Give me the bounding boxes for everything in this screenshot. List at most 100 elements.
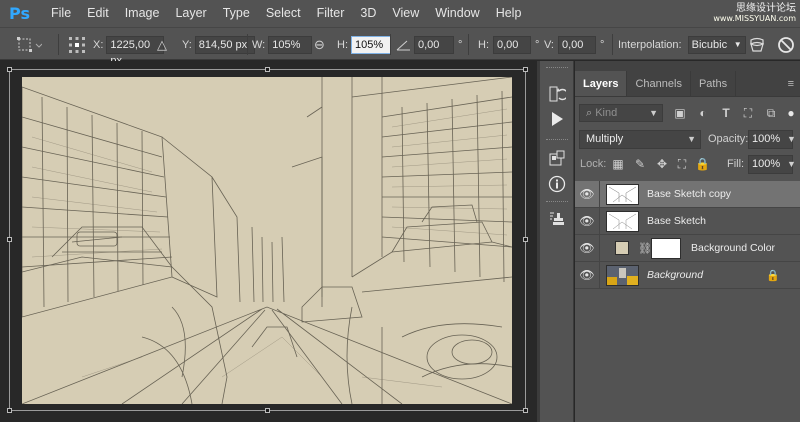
menu-type[interactable]: Type xyxy=(215,0,258,27)
blend-mode-value: Multiply xyxy=(586,132,624,145)
rotation-field[interactable]: 0,00 xyxy=(414,35,454,54)
transform-handle-bottom-right[interactable] xyxy=(523,408,528,413)
menu-window[interactable]: Window xyxy=(427,0,487,27)
dock-grip[interactable] xyxy=(546,139,568,141)
layer-row-background-color[interactable]: 👁 ⛓ Background Color xyxy=(575,234,800,262)
menu-layer[interactable]: Layer xyxy=(167,0,214,27)
warp-mode-icon[interactable] xyxy=(748,28,766,61)
chevron-down-icon: ▼ xyxy=(733,39,742,49)
layer-row-background[interactable]: 👁 Background 🔒 xyxy=(575,261,800,289)
panel-menu-icon[interactable]: ≡ xyxy=(788,71,800,96)
x-label: X: xyxy=(93,38,104,51)
layer-mask-thumbnail[interactable] xyxy=(651,238,681,259)
menu-edit[interactable]: Edit xyxy=(79,0,117,27)
filter-shape-icon[interactable]: ⛶ xyxy=(741,106,755,120)
info-icon[interactable] xyxy=(546,173,568,195)
x-position-field[interactable]: 1225,00 px xyxy=(106,35,165,67)
layer-row-base-sketch[interactable]: 👁 Base Sketch xyxy=(575,207,800,235)
lock-artboard-icon[interactable]: ⛶ xyxy=(675,157,689,171)
layer-thumbnail xyxy=(606,265,639,286)
filter-type-icon[interactable]: T xyxy=(719,106,733,120)
dock-grip[interactable] xyxy=(546,201,568,203)
watermark-title: 思缘设计论坛 xyxy=(736,3,796,14)
separator xyxy=(599,180,600,208)
visibility-eye-icon[interactable]: 👁 xyxy=(575,187,599,201)
clone-source-stamp-icon[interactable] xyxy=(546,208,568,230)
layers-panel: Layers Channels Paths ≡ ⌕ Kind ▼ ▣ ◐ T ⛶… xyxy=(575,61,800,422)
layers-list: 👁 Base Sketch copy 👁 Base Sketch 👁 ⛓ Bac… xyxy=(575,180,800,289)
transform-handle-middle-right[interactable] xyxy=(523,237,528,242)
document-window[interactable] xyxy=(0,61,537,422)
lock-position-icon[interactable]: ✥ xyxy=(655,157,669,171)
lock-paint-icon[interactable]: ✎ xyxy=(633,157,647,171)
separator xyxy=(468,34,469,55)
lock-label: Lock: xyxy=(580,158,607,170)
history-icon[interactable] xyxy=(546,83,568,105)
filter-toggle-icon[interactable]: ● xyxy=(784,106,798,120)
blend-mode-select[interactable]: Multiply ▼ xyxy=(579,129,701,149)
chevron-down-icon: ▼ xyxy=(687,133,696,144)
transform-tool-icon xyxy=(17,36,42,52)
transform-handle-bottom-left[interactable] xyxy=(7,408,12,413)
rotation-degree: ° xyxy=(458,38,463,51)
menu-view[interactable]: View xyxy=(384,0,427,27)
mask-link-icon[interactable]: ⛓ xyxy=(638,242,652,255)
link-icon[interactable]: ⊖ xyxy=(314,28,325,61)
lock-row: Lock: ▦ ✎ ✥ ⛶ 🔒 Fill: 100% ▼ xyxy=(575,152,800,176)
tab-channels[interactable]: Channels xyxy=(627,71,691,96)
height-field[interactable]: 105% xyxy=(351,35,391,54)
filter-kind-select[interactable]: ⌕ Kind ▼ xyxy=(579,104,663,122)
menu-3d[interactable]: 3D xyxy=(352,0,384,27)
y-position-field[interactable]: 814,50 px xyxy=(194,35,255,54)
interpolation-select[interactable]: Bicubic ▼ xyxy=(687,35,746,54)
menu-image[interactable]: Image xyxy=(117,0,168,27)
cancel-transform-icon[interactable] xyxy=(777,28,795,61)
actions-play-icon[interactable] xyxy=(546,108,568,130)
menu-filter[interactable]: Filter xyxy=(309,0,353,27)
city-street-sketch xyxy=(22,77,512,404)
v-skew-label: V: xyxy=(544,38,554,51)
filter-smart-object-icon[interactable]: ⧉ xyxy=(764,106,778,120)
menu-help[interactable]: Help xyxy=(488,0,530,27)
transform-handle-top-right[interactable] xyxy=(523,67,528,72)
filter-pixel-icon[interactable]: ▣ xyxy=(673,106,687,120)
transform-handle-middle-left[interactable] xyxy=(7,237,12,242)
h-skew-field[interactable]: 0,00 xyxy=(493,35,531,54)
properties-adjust-icon[interactable] xyxy=(546,147,568,169)
dock-grip[interactable] xyxy=(546,67,568,69)
layer-name: Background xyxy=(647,269,704,281)
separator xyxy=(58,34,59,55)
width-field[interactable]: 105% xyxy=(268,35,313,54)
blend-row: Multiply ▼ Opacity: 100% ▼ xyxy=(575,127,800,151)
transform-handle-top-center[interactable] xyxy=(265,67,270,72)
search-icon: ⌕ xyxy=(586,107,596,119)
separator xyxy=(390,34,391,55)
transform-handle-top-left[interactable] xyxy=(7,67,12,72)
opacity-label: Opacity: xyxy=(708,133,749,145)
visibility-eye-icon[interactable]: 👁 xyxy=(575,214,599,228)
menu-select[interactable]: Select xyxy=(258,0,309,27)
lock-transparent-icon[interactable]: ▦ xyxy=(611,157,625,171)
layer-thumbnail xyxy=(606,184,639,205)
options-bar: X: 1225,00 px △ Y: 814,50 px W: 105% ⊖ H… xyxy=(0,27,800,67)
chevron-down-icon[interactable]: ▼ xyxy=(787,159,796,169)
menu-file[interactable]: File xyxy=(43,0,79,27)
lock-all-icon[interactable]: 🔒 xyxy=(695,157,710,171)
panel-header-bar[interactable] xyxy=(575,61,800,71)
reference-point-icon[interactable] xyxy=(68,28,86,61)
transform-handle-bottom-center[interactable] xyxy=(265,408,270,413)
visibility-eye-icon[interactable]: 👁 xyxy=(575,268,599,282)
chevron-down-icon: ▼ xyxy=(649,108,658,118)
interpolation-value: Bicubic xyxy=(691,38,728,51)
delta-icon[interactable]: △ xyxy=(157,28,167,61)
v-skew-field[interactable]: 0,00 xyxy=(558,35,596,54)
visibility-eye-icon[interactable]: 👁 xyxy=(575,241,599,255)
layer-row-base-sketch-copy[interactable]: 👁 Base Sketch copy xyxy=(575,180,800,208)
layer-name: Base Sketch xyxy=(647,215,706,227)
canvas-sketch-image[interactable] xyxy=(22,77,512,404)
tool-preset-picker[interactable] xyxy=(16,28,42,61)
tab-paths[interactable]: Paths xyxy=(691,71,737,96)
filter-adjustment-icon[interactable]: ◐ xyxy=(696,106,710,120)
tab-layers[interactable]: Layers xyxy=(575,71,628,96)
chevron-down-icon[interactable]: ▼ xyxy=(787,134,796,144)
